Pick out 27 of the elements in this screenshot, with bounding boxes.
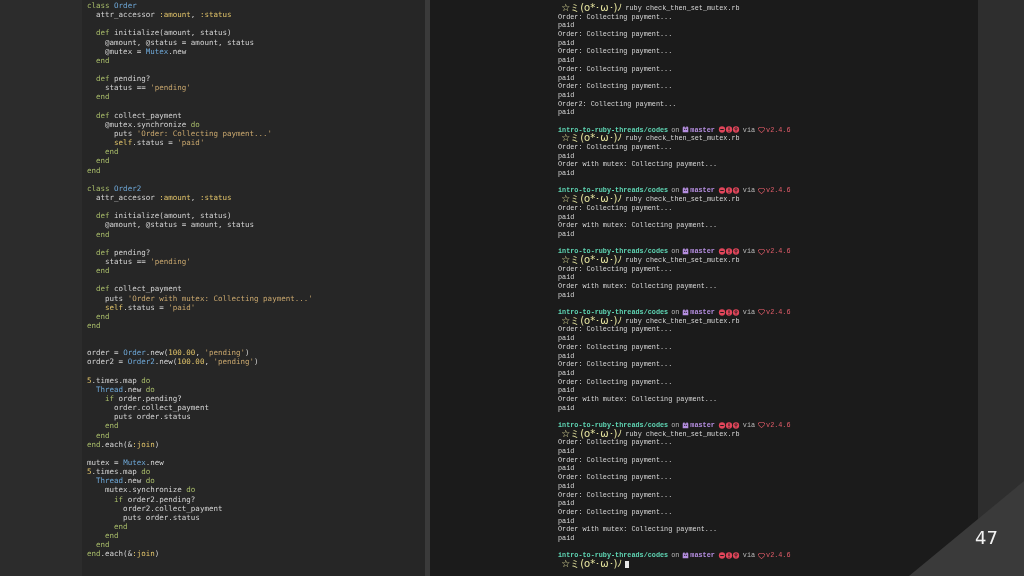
branch-icon — [682, 248, 690, 256]
branch-icon — [682, 552, 690, 560]
gem-icon — [758, 126, 766, 133]
branch-icon — [682, 126, 690, 134]
git-status-icons — [717, 187, 740, 195]
prompt: ☆ミ(o*･ω･)ﾉ — [561, 134, 623, 143]
prompt: ☆ミ(o*･ω･)ﾉ — [561, 316, 623, 326]
gem-icon — [758, 309, 766, 316]
prompt: ☆ミ(o*･ω･)ﾉ — [561, 255, 623, 265]
text-cursor — [625, 560, 630, 568]
gem-icon — [758, 187, 766, 194]
prompt: ☆ミ(o*･ω･)ﾉ — [561, 4, 623, 13]
branch-icon — [682, 187, 690, 195]
git-status-icons — [717, 248, 740, 256]
gem-icon — [758, 248, 766, 255]
gem-icon — [758, 422, 766, 429]
git-status-icons — [717, 552, 740, 560]
branch-icon — [682, 421, 690, 429]
git-status-icons — [717, 421, 740, 429]
prompt: ☆ミ(o*･ω･)ﾉ — [561, 429, 623, 439]
git-status-icons — [717, 308, 740, 316]
slide-number: 47 — [975, 527, 998, 548]
prompt: ☆ミ(o*･ω･)ﾉ — [561, 195, 623, 204]
gem-icon — [758, 552, 766, 559]
branch-icon — [682, 308, 690, 316]
git-status-icons — [717, 126, 740, 134]
prompt: ☆ミ(o*･ω･)ﾉ — [561, 560, 623, 569]
